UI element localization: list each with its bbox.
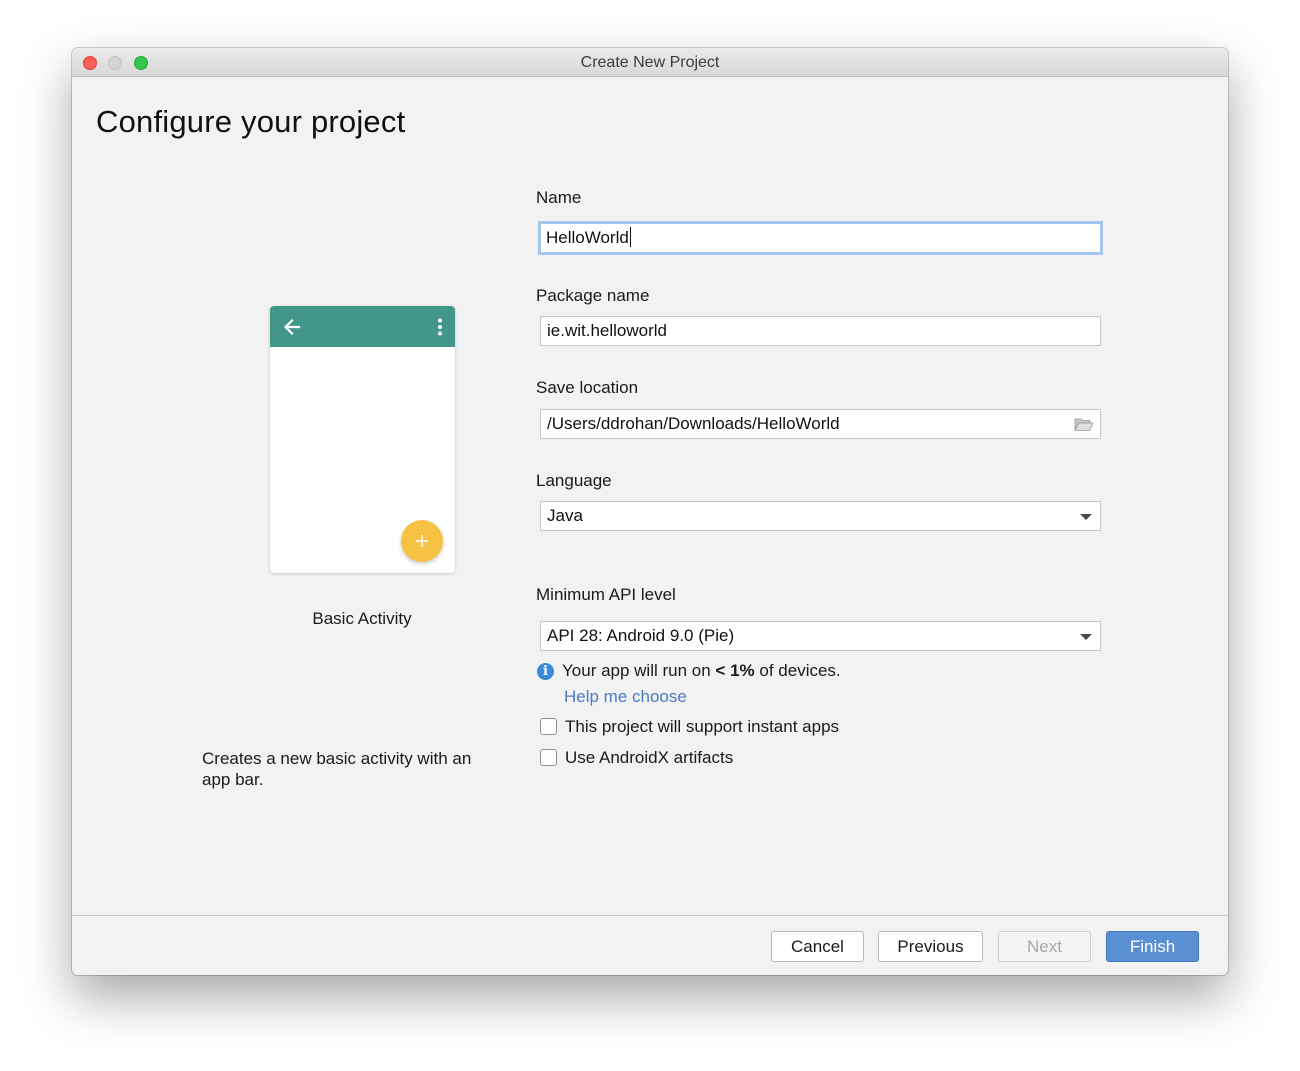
instant-apps-label[interactable]: This project will support instant apps xyxy=(565,717,839,737)
language-label: Language xyxy=(536,471,612,490)
androidx-checkbox[interactable] xyxy=(540,749,557,766)
coverage-percent: < 1% xyxy=(715,661,755,680)
overflow-menu-icon xyxy=(438,318,442,336)
plus-icon xyxy=(416,535,428,547)
language-dropdown[interactable]: Java xyxy=(540,501,1101,531)
save-location-value: /Users/ddrohan/Downloads/HelloWorld xyxy=(547,414,840,433)
finish-button[interactable]: Finish xyxy=(1106,931,1199,962)
language-value: Java xyxy=(547,506,583,525)
preview-fab xyxy=(401,520,443,562)
template-name: Basic Activity xyxy=(312,609,412,628)
chevron-down-icon xyxy=(1080,514,1092,520)
name-value: HelloWorld xyxy=(546,228,629,247)
save-location-label: Save location xyxy=(536,378,639,397)
activity-preview xyxy=(270,306,455,573)
folder-open-icon[interactable] xyxy=(1074,417,1094,432)
package-name-field[interactable]: ie.wit.helloworld xyxy=(540,316,1101,346)
package-name-value: ie.wit.helloworld xyxy=(547,321,667,340)
min-api-dropdown[interactable]: API 28: Android 9.0 (Pie) xyxy=(540,621,1101,651)
preview-app-bar xyxy=(270,306,455,347)
package-name-label: Package name xyxy=(536,286,650,305)
info-text: Your app will run on < 1% of devices. xyxy=(562,661,841,680)
help-me-choose-link[interactable]: Help me choose xyxy=(564,687,687,707)
chevron-down-icon xyxy=(1080,634,1092,640)
previous-button[interactable]: Previous xyxy=(878,931,983,962)
title-bar[interactable]: Create New Project xyxy=(72,48,1228,77)
info-icon: i xyxy=(537,663,554,680)
next-button[interactable]: Next xyxy=(998,931,1091,962)
create-project-window: Create New Project Configure your projec… xyxy=(72,48,1228,975)
template-description: Creates a new basic activity with an app… xyxy=(202,749,472,789)
footer-divider xyxy=(72,915,1228,916)
min-api-label: Minimum API level xyxy=(536,585,676,604)
name-label: Name xyxy=(536,188,582,207)
page-title: Configure your project xyxy=(96,104,406,139)
text-caret xyxy=(629,227,631,247)
min-api-value: API 28: Android 9.0 (Pie) xyxy=(547,626,735,645)
cancel-button[interactable]: Cancel xyxy=(771,931,864,962)
back-arrow-icon xyxy=(283,318,301,336)
save-location-field[interactable]: /Users/ddrohan/Downloads/HelloWorld xyxy=(540,409,1101,439)
instant-apps-checkbox[interactable] xyxy=(540,718,557,735)
name-field[interactable]: HelloWorld xyxy=(538,221,1103,255)
window-title: Create New Project xyxy=(580,54,720,71)
androidx-label[interactable]: Use AndroidX artifacts xyxy=(565,748,733,768)
